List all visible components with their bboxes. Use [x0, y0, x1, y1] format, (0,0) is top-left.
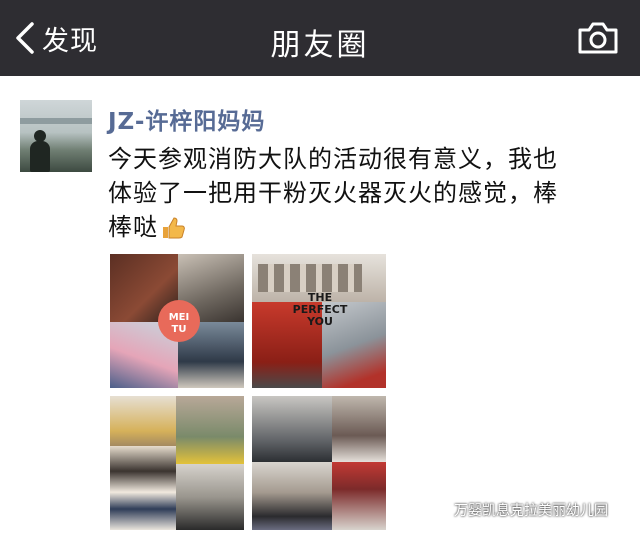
photo-overlay-text: MEI TU [168, 312, 190, 335]
watermark: 万婴凯息克拉美丽幼儿园 [424, 498, 608, 522]
avatar-figure-body [30, 141, 50, 172]
avatar[interactable] [20, 100, 92, 172]
post-text-line: 今天参观消防大队的活动很有意义，我也 [108, 145, 558, 173]
photo-tile [110, 446, 176, 530]
post-text: 今天参观消防大队的活动很有意义，我也 体验了一把用干粉灭火器灭火的感觉，棒 棒哒 [108, 142, 608, 244]
photo-tile [332, 462, 386, 530]
photo-overlay-text: THE PERFECT YOU [292, 291, 348, 328]
watermark-text: 万婴凯息克拉美丽幼儿园 [454, 503, 608, 519]
photo-tile [252, 462, 332, 530]
photo-tile [176, 396, 244, 464]
post-photo-2[interactable]: THE PERFECT YOU [252, 254, 386, 388]
post-text-line: 棒哒 [108, 210, 608, 244]
photo-tile [258, 264, 362, 292]
avatar-railing [20, 118, 92, 124]
post-text-line-content: 棒哒 [108, 213, 158, 241]
author-name[interactable]: JZ-许梓阳妈妈 [108, 102, 265, 136]
navigation-bar: 发现 朋友圈 [0, 0, 640, 76]
photo-tile [252, 396, 332, 462]
post-photo-1[interactable]: MEI TU [110, 254, 244, 388]
post-photo-3[interactable] [110, 396, 244, 530]
camera-icon[interactable] [576, 20, 620, 56]
moments-post: JZ-许梓阳妈妈 今天参观消防大队的活动很有意义，我也 体验了一把用干粉灭火器灭… [0, 76, 640, 536]
photo-tile [332, 396, 386, 462]
photo-tile [176, 464, 244, 530]
photo-tile [110, 396, 176, 446]
thumbs-up-icon [163, 217, 185, 239]
wechat-icon [424, 501, 448, 518]
page-title: 朋友圈 [270, 28, 370, 63]
post-photo-4[interactable] [252, 396, 386, 530]
post-text-line: 体验了一把用干粉灭火器灭火的感觉，棒 [108, 179, 558, 207]
